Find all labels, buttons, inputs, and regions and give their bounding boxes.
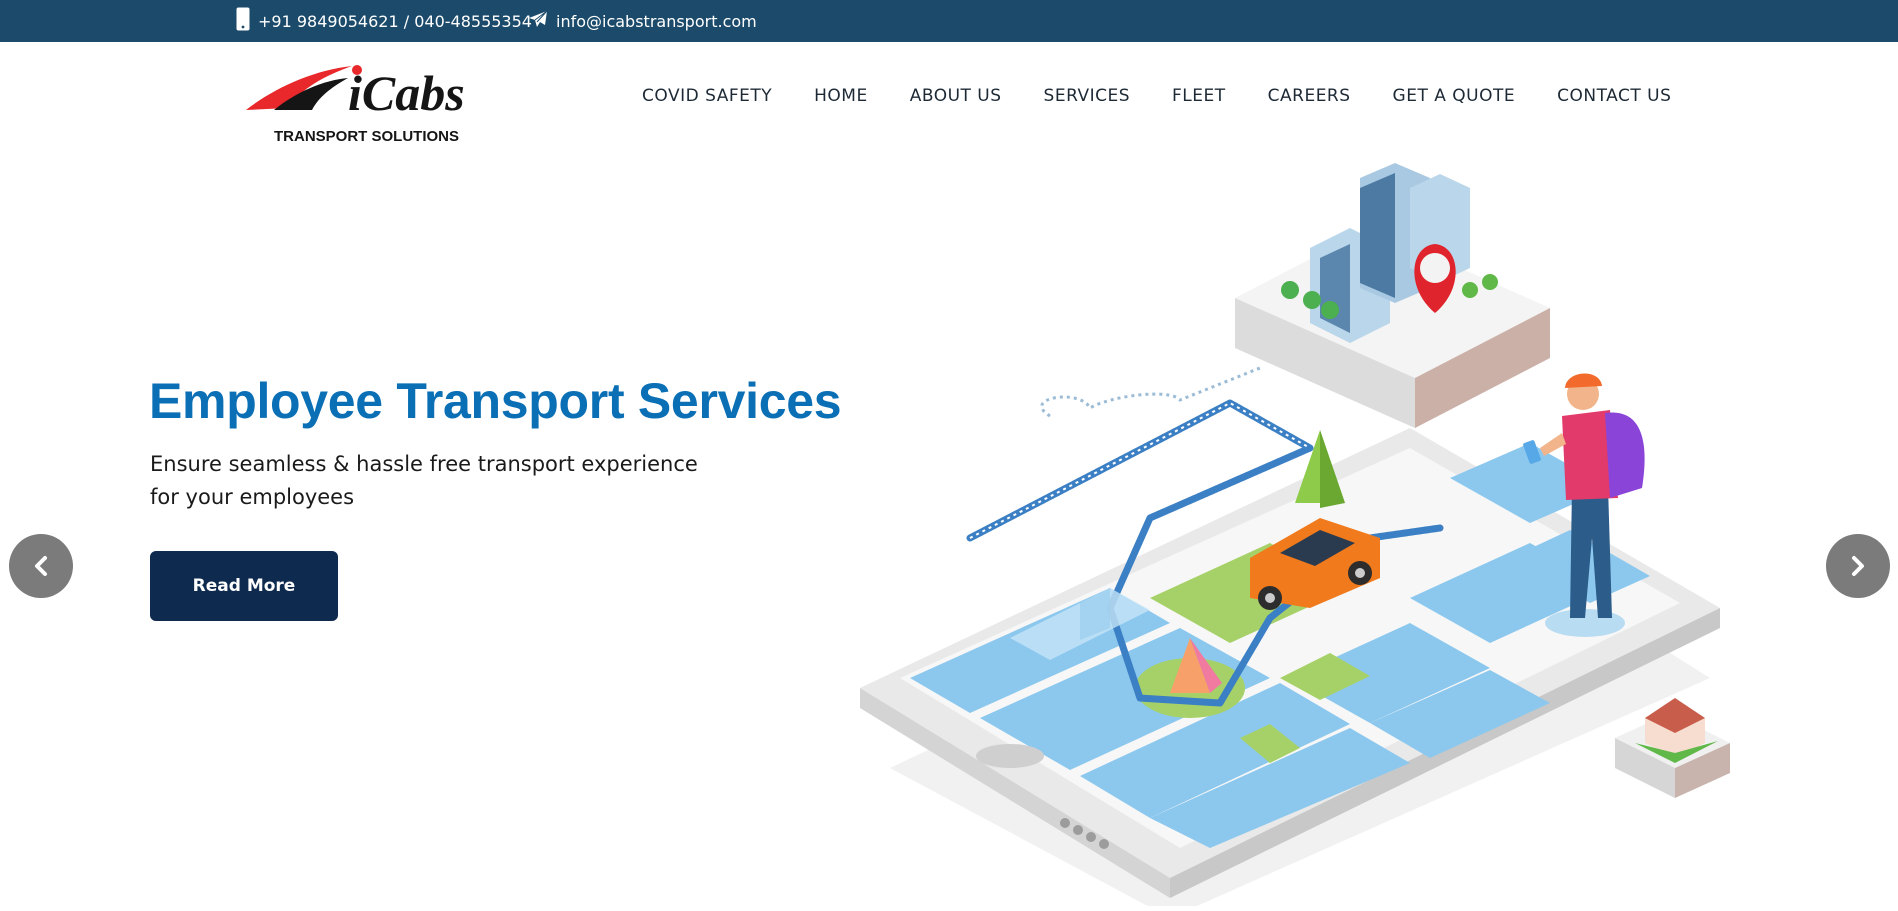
nav-careers[interactable]: CAREERS — [1268, 86, 1351, 106]
carousel-next-button[interactable] — [1826, 534, 1890, 598]
read-more-button[interactable]: Read More — [150, 551, 338, 621]
email-contact[interactable]: info@icabstransport.com — [528, 0, 757, 42]
nav-home[interactable]: HOME — [814, 86, 868, 106]
hero-illustration — [850, 158, 1750, 911]
hero-subtitle: Ensure seamless & hassle free transport … — [150, 448, 730, 514]
logo-wordmark: iCabs — [348, 65, 465, 121]
hero-subtitle-line2: for your employees — [150, 485, 355, 509]
top-contact-bar: +91 9849054621 / 040-48555354 info@icabs… — [0, 0, 1898, 42]
nav-about-us[interactable]: ABOUT US — [910, 86, 1002, 106]
nav-fleet[interactable]: FLEET — [1172, 86, 1226, 106]
paper-plane-icon — [528, 10, 548, 32]
phone-text: +91 9849054621 / 040-48555354 — [258, 11, 532, 31]
mobile-phone-icon — [236, 7, 250, 35]
nav-get-a-quote[interactable]: GET A QUOTE — [1393, 86, 1516, 106]
hero-subtitle-line1: Ensure seamless & hassle free transport … — [150, 452, 698, 476]
chevron-left-icon — [35, 556, 47, 576]
phone-contact[interactable]: +91 9849054621 / 040-48555354 — [236, 0, 532, 42]
hero-title: Employee Transport Services — [149, 373, 842, 429]
carousel-prev-button[interactable] — [9, 534, 73, 598]
nav-contact-us[interactable]: CONTACT US — [1557, 86, 1671, 106]
nav-covid-safety[interactable]: COVID SAFETY — [642, 86, 772, 106]
nav-services[interactable]: SERVICES — [1044, 86, 1130, 106]
chevron-right-icon — [1852, 556, 1864, 576]
logo-tagline: TRANSPORT SOLUTIONS — [274, 128, 459, 145]
email-text: info@icabstransport.com — [556, 11, 757, 31]
main-navigation: COVID SAFETY HOME ABOUT US SERVICES FLEE… — [642, 86, 1671, 106]
brand-logo[interactable]: iCabs TRANSPORT SOLUTIONS — [244, 58, 494, 148]
